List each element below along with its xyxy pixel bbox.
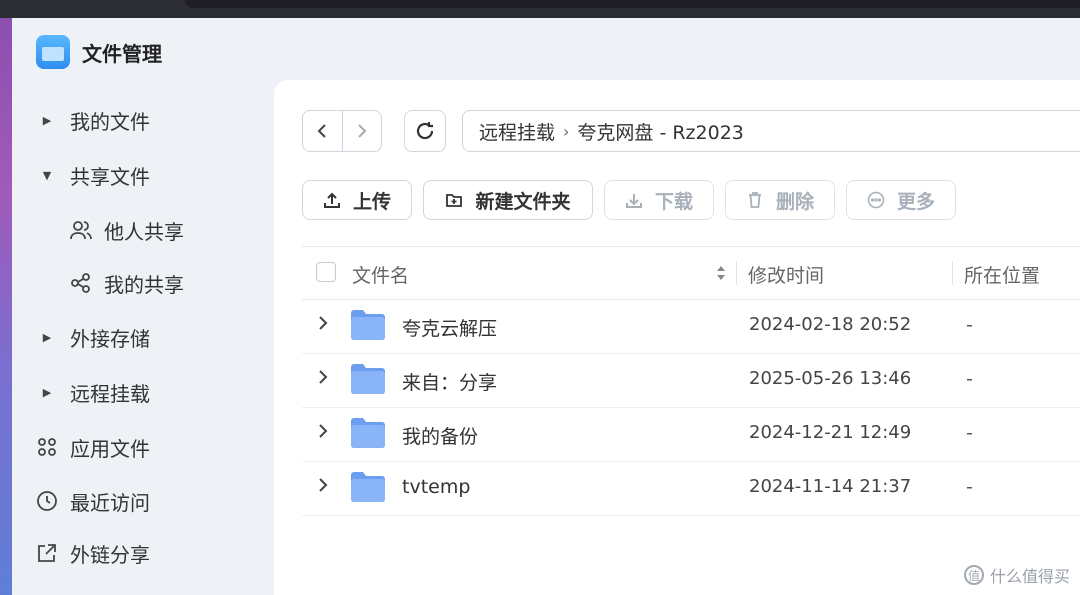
folder-icon <box>350 417 386 449</box>
table-row[interactable]: 我的备份 2024-12-21 12:49 - <box>302 407 1080 462</box>
chevron-left-icon <box>317 124 326 138</box>
breadcrumb-item[interactable]: 远程挂载 <box>479 118 555 145</box>
sort-icon[interactable] <box>714 262 728 284</box>
new-folder-button[interactable]: 新建文件夹 <box>423 180 593 220</box>
column-header-location[interactable]: 所在位置 <box>964 261 1040 288</box>
users-icon <box>70 219 92 241</box>
file-location: - <box>966 422 973 444</box>
more-button[interactable]: 更多 <box>846 180 956 220</box>
external-share-icon <box>36 542 58 564</box>
more-icon <box>867 191 885 209</box>
upload-button[interactable]: 上传 <box>302 180 412 220</box>
delete-button[interactable]: 删除 <box>725 180 835 220</box>
sidebar-item-label: 远程挂载 <box>70 381 150 406</box>
chevron-right-icon <box>358 124 367 138</box>
breadcrumb[interactable]: 远程挂载 › 夸克网盘 - Rz2023 <box>462 110 1080 152</box>
sidebar-item-label: 他人共享 <box>104 219 184 244</box>
new-folder-label: 新建文件夹 <box>475 190 571 213</box>
folder-icon <box>350 309 386 341</box>
expand-chevron-icon[interactable] <box>318 423 328 443</box>
sidebar-item-label: 共享文件 <box>70 164 150 189</box>
file-location: - <box>966 368 973 390</box>
sidebar-item-my-shares[interactable]: 我的共享 <box>12 263 274 303</box>
window-top-strip <box>0 0 1080 18</box>
expand-chevron-icon[interactable] <box>318 477 328 497</box>
file-location: - <box>966 476 973 498</box>
caret-down-icon[interactable]: ▼ <box>42 169 52 182</box>
file-modified: 2025-05-26 13:46 <box>749 368 912 389</box>
table-row[interactable]: 来自：分享 2025-05-26 13:46 - <box>302 353 1080 408</box>
select-all-checkbox[interactable] <box>316 262 336 282</box>
download-button[interactable]: 下载 <box>604 180 714 220</box>
expand-chevron-icon[interactable] <box>318 315 328 335</box>
sidebar-item-label: 外链分享 <box>70 542 150 567</box>
share-icon <box>70 272 92 294</box>
folder-icon <box>350 363 386 395</box>
file-name[interactable]: 夸克云解压 <box>402 314 497 341</box>
more-label: 更多 <box>896 190 935 213</box>
refresh-button[interactable] <box>404 110 446 152</box>
refresh-icon <box>416 122 434 140</box>
sidebar-item-label: 外接存储 <box>70 326 150 351</box>
file-modified: 2024-11-14 21:37 <box>749 476 912 497</box>
sidebar-item-external-link-share[interactable]: 外链分享 <box>12 533 274 573</box>
column-header-modified[interactable]: 修改时间 <box>748 261 824 288</box>
watermark-text: 什么值得买 <box>989 567 1070 586</box>
caret-right-icon[interactable]: ▶ <box>42 114 52 127</box>
table-row[interactable]: 夸克云解压 2024-02-18 20:52 - <box>302 299 1080 354</box>
file-name[interactable]: tvtemp <box>402 476 470 498</box>
table-row[interactable]: tvtemp 2024-11-14 21:37 - <box>302 461 1080 516</box>
sidebar-item-label: 最近访问 <box>70 490 150 515</box>
expand-chevron-icon[interactable] <box>318 369 328 389</box>
new-folder-icon <box>445 191 463 209</box>
folder-icon <box>350 471 386 503</box>
upload-label: 上传 <box>352 190 391 213</box>
file-modified: 2024-02-18 20:52 <box>749 314 912 335</box>
caret-right-icon[interactable]: ▶ <box>42 386 52 399</box>
file-manager-logo-icon <box>36 35 70 69</box>
file-name[interactable]: 我的备份 <box>402 422 478 449</box>
trash-icon <box>746 191 764 209</box>
download-label: 下载 <box>654 190 693 213</box>
column-header-name[interactable]: 文件名 <box>352 261 409 288</box>
clock-icon <box>36 490 58 512</box>
app-header: 文件管理 <box>36 32 162 72</box>
watermark: 值 什么值得买 <box>963 563 1070 587</box>
forward-button[interactable] <box>341 111 382 151</box>
breadcrumb-separator: › <box>563 121 570 141</box>
sidebar-item-label: 我的共享 <box>104 272 184 297</box>
desktop-wallpaper-edge <box>0 18 12 595</box>
file-location: - <box>966 314 973 336</box>
sidebar-item-external-storage[interactable]: ▶ 外接存储 <box>12 317 274 357</box>
sidebar-item-label: 应用文件 <box>70 436 150 461</box>
upload-icon <box>323 191 341 209</box>
app-title: 文件管理 <box>82 41 162 66</box>
file-manager-window: 文件管理 ▶ 我的文件 ▼ 共享文件 他人共享 我的共享 ▶ 外接存储 ▶ 远程… <box>12 18 1080 595</box>
sidebar-item-recent[interactable]: 最近访问 <box>12 481 274 521</box>
caret-right-icon[interactable]: ▶ <box>42 331 52 344</box>
delete-label: 删除 <box>775 190 814 213</box>
column-divider[interactable] <box>952 261 953 285</box>
history-nav <box>302 110 382 152</box>
column-divider[interactable] <box>736 261 737 285</box>
file-name[interactable]: 来自：分享 <box>402 368 497 395</box>
download-icon <box>625 191 643 209</box>
apps-grid-icon <box>36 436 58 458</box>
watermark-badge-icon: 值 <box>963 565 984 585</box>
top-bar <box>185 0 1080 8</box>
sidebar: 文件管理 ▶ 我的文件 ▼ 共享文件 他人共享 我的共享 ▶ 外接存储 ▶ 远程… <box>12 18 274 595</box>
main-panel: 远程挂载 › 夸克网盘 - Rz2023 上传 新建文件夹 下载 删除 更多 文… <box>274 80 1080 595</box>
sidebar-item-app-files[interactable]: 应用文件 <box>12 427 274 467</box>
back-button[interactable] <box>303 111 342 151</box>
table-header: 文件名 修改时间 所在位置 <box>302 246 1080 300</box>
sidebar-item-remote-mount[interactable]: ▶ 远程挂载 <box>12 372 274 412</box>
sidebar-item-shared-files[interactable]: ▼ 共享文件 <box>12 155 274 195</box>
breadcrumb-current[interactable]: 夸克网盘 - Rz2023 <box>577 118 743 145</box>
sidebar-item-label: 我的文件 <box>70 109 150 134</box>
file-modified: 2024-12-21 12:49 <box>749 422 912 443</box>
sidebar-item-my-files[interactable]: ▶ 我的文件 <box>12 100 274 140</box>
sidebar-item-shared-by-others[interactable]: 他人共享 <box>12 210 274 250</box>
